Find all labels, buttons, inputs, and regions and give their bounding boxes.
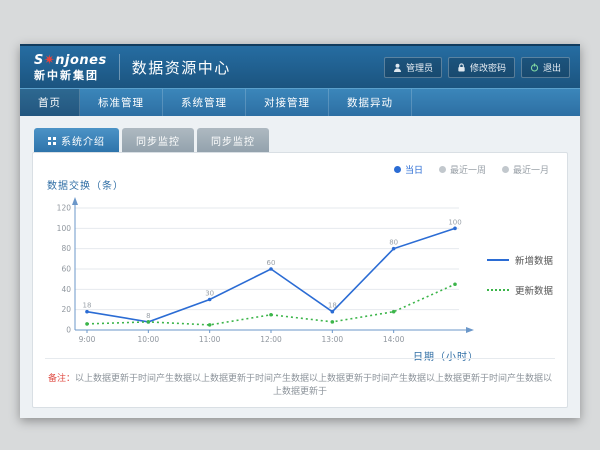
page-title: 数据资源中心 [132,57,231,78]
svg-text:40: 40 [61,285,71,294]
svg-text:60: 60 [267,259,276,267]
y-axis-title: 数据交换（条） [47,177,557,192]
tab-label: 同步监控 [211,133,255,148]
svg-text:10:00: 10:00 [138,335,160,344]
company-logo: S✷njones 新中新集团 [34,54,107,81]
time-filter-legend: 当日 最近一周 最近一月 [394,163,549,176]
filter-label: 最近一周 [450,163,486,176]
svg-text:14:00: 14:00 [383,335,405,344]
logo-suffix: njones [55,53,106,68]
tab-sync-monitor-2[interactable]: 同步监控 [197,128,269,152]
tab-label: 同步监控 [136,133,180,148]
footnote-prefix: 备注： [48,374,75,384]
company-name: 新中新集团 [34,70,107,81]
tab-system-intro[interactable]: 系统介绍 [34,128,119,152]
svg-text:11:00: 11:00 [199,335,221,344]
filter-last-week[interactable]: 最近一周 [439,163,486,176]
logout-label: 退出 [543,61,561,74]
logo-text: S✷njones [34,54,107,67]
logout-button[interactable]: 退出 [521,57,570,78]
legend-item-update-data: 更新数据 [487,283,553,297]
tab-sync-monitor-1[interactable]: 同步监控 [122,128,194,152]
line-chart: 0 20 40 60 80 100 120 9:00 10:00 11:00 12:00 13:00 1… [45,194,557,363]
app-window: S✷njones 新中新集团 数据资源中心 管理员 修改密码 [20,44,580,418]
svg-text:18: 18 [83,302,92,310]
series-label: 更新数据 [515,283,553,297]
power-icon [530,63,539,72]
svg-text:120: 120 [57,204,72,213]
top-bar: S✷njones 新中新集团 数据资源中心 管理员 修改密码 [20,44,580,88]
svg-text:60: 60 [61,265,71,274]
svg-text:20: 20 [61,305,71,314]
radio-dot-icon [439,166,446,173]
nav-item-home[interactable]: 首页 [20,89,80,116]
filter-today[interactable]: 当日 [394,163,423,176]
user-icon [393,63,402,72]
line-sample-icon [487,259,509,261]
series-legend: 新增数据 更新数据 [487,253,553,297]
chart-panel: 当日 最近一周 最近一月 数据交换（条） 0 20 40 60 80 100 120 9:00… [32,152,568,408]
logo-prefix: S [34,53,44,68]
tab-bar: 系统介绍 同步监控 同步监控 [32,128,568,152]
filter-label: 最近一月 [513,163,549,176]
nav-item-standard-mgmt[interactable]: 标准管理 [80,89,163,116]
user-actions: 管理员 修改密码 退出 [384,57,570,78]
lock-icon [457,63,466,72]
svg-text:13:00: 13:00 [322,335,344,344]
footnote-text: 以上数据更新于时间产生数据以上数据更新于时间产生数据以上数据更新于时间产生数据以… [75,374,552,397]
svg-text:30: 30 [205,290,214,298]
svg-text:100: 100 [448,218,461,226]
grid-icon [48,137,56,145]
svg-text:9:00: 9:00 [79,335,96,344]
admin-button[interactable]: 管理员 [384,57,442,78]
change-password-label: 修改密码 [470,61,506,74]
filter-last-month[interactable]: 最近一月 [502,163,549,176]
legend-item-new-data: 新增数据 [487,253,553,267]
svg-text:80: 80 [389,239,398,247]
radio-dot-icon [502,166,509,173]
line-sample-icon [487,289,509,291]
footnote: 备注：以上数据更新于时间产生数据以上数据更新于时间产生数据以上数据更新于时间产生… [45,358,555,397]
nav-item-integration-mgmt[interactable]: 对接管理 [246,89,329,116]
chart-canvas: 0 20 40 60 80 100 120 9:00 10:00 11:00 12:00 13:00 1… [45,194,487,352]
change-password-button[interactable]: 修改密码 [448,57,515,78]
svg-text:0: 0 [66,326,71,335]
svg-text:100: 100 [57,224,72,233]
tab-label: 系统介绍 [61,133,105,148]
admin-label: 管理员 [406,61,433,74]
svg-text:12:00: 12:00 [260,335,282,344]
content-area: 系统介绍 同步监控 同步监控 当日 最近一周 [20,116,580,418]
filter-label: 当日 [405,163,423,176]
series-label: 新增数据 [515,253,553,267]
main-nav: 首页 标准管理 系统管理 对接管理 数据异动 [20,88,580,116]
header-divider [119,54,120,80]
svg-text:80: 80 [61,244,71,253]
star-icon: ✷ [44,53,55,68]
radio-dot-icon [394,166,401,173]
svg-text:18: 18 [328,302,337,310]
svg-text:8: 8 [146,312,150,320]
nav-item-system-mgmt[interactable]: 系统管理 [163,89,246,116]
nav-item-data-changes[interactable]: 数据异动 [329,89,412,116]
